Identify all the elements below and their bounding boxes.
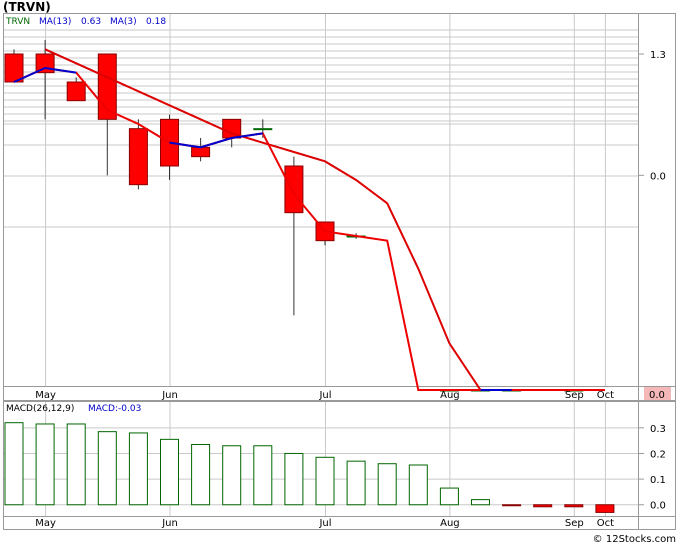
macd-bar bbox=[408, 464, 428, 506]
price-x-tick-label: Sep bbox=[565, 390, 584, 401]
price-y-tick-label: 0.0 bbox=[650, 171, 666, 182]
macd-bar bbox=[315, 456, 335, 506]
legend-symbol: TRVN bbox=[5, 17, 30, 27]
last-price-label: 0.0 bbox=[649, 390, 665, 401]
macd-y-tick-label: 0.2 bbox=[650, 449, 666, 460]
macd-bar bbox=[502, 504, 522, 507]
macd-bar bbox=[346, 460, 366, 506]
macd-bar bbox=[222, 445, 242, 506]
macd-x-tick-label: Jul bbox=[318, 518, 331, 529]
candle-body bbox=[284, 165, 304, 214]
macd-bar bbox=[564, 504, 584, 508]
macd-bar bbox=[128, 432, 148, 506]
candle-body bbox=[253, 128, 273, 131]
macd-bar bbox=[97, 431, 117, 506]
legend-ma3-label: MA(3) bbox=[110, 17, 137, 27]
macd-bar bbox=[35, 423, 55, 506]
candle-body bbox=[128, 128, 148, 186]
macd-x-tick-label: Oct bbox=[597, 518, 614, 529]
macd-bar bbox=[191, 443, 211, 506]
macd-bar bbox=[160, 438, 179, 506]
macd-y-tick-label: 0.1 bbox=[650, 475, 666, 486]
macd-bar bbox=[439, 487, 459, 506]
macd-x-tick-label: Aug bbox=[440, 518, 460, 529]
candle-body bbox=[66, 81, 86, 102]
macd-x-tick-label: Sep bbox=[565, 518, 584, 529]
legend-ma13-value: 0.63 bbox=[81, 17, 101, 27]
macd-bar bbox=[4, 422, 24, 506]
macd-x-tick-label: May bbox=[35, 518, 56, 529]
price-x-tick-label: Oct bbox=[597, 390, 614, 401]
macd-y-tick-label: 0.3 bbox=[650, 424, 666, 435]
macd-bar bbox=[471, 499, 490, 506]
macd-bar bbox=[377, 463, 397, 506]
price-x-tick-label: May bbox=[35, 390, 56, 401]
macd-value-label: MACD:-0.03 bbox=[88, 404, 141, 414]
macd-bar bbox=[253, 445, 273, 506]
macd-x-tick-label: Jun bbox=[161, 518, 178, 529]
macd-bar bbox=[533, 504, 553, 508]
price-x-tick-label: Jun bbox=[161, 390, 178, 401]
legend-ma3-value: 0.18 bbox=[146, 17, 166, 27]
price-y-tick-label: 1.3 bbox=[650, 50, 666, 61]
price-x-tick-label: Jul bbox=[318, 390, 331, 401]
macd-y-tick-label: 0.0 bbox=[650, 501, 666, 512]
macd-title: MACD(26,12,9) bbox=[6, 404, 74, 414]
stock-chart: 1.3 0.0 May Jun Jul Aug Sep Oct TRVN MA(13) 0.… bbox=[3, 13, 676, 530]
macd-bar bbox=[595, 504, 615, 513]
legend-ma13-label: MA(13) bbox=[39, 17, 71, 27]
macd-bar bbox=[284, 452, 304, 506]
candle-body bbox=[191, 146, 211, 158]
site-credit: © 12Stocks.com bbox=[592, 534, 676, 545]
candle-body bbox=[4, 53, 24, 83]
price-x-tick-label: Aug bbox=[440, 390, 460, 401]
macd-bar bbox=[66, 423, 86, 506]
